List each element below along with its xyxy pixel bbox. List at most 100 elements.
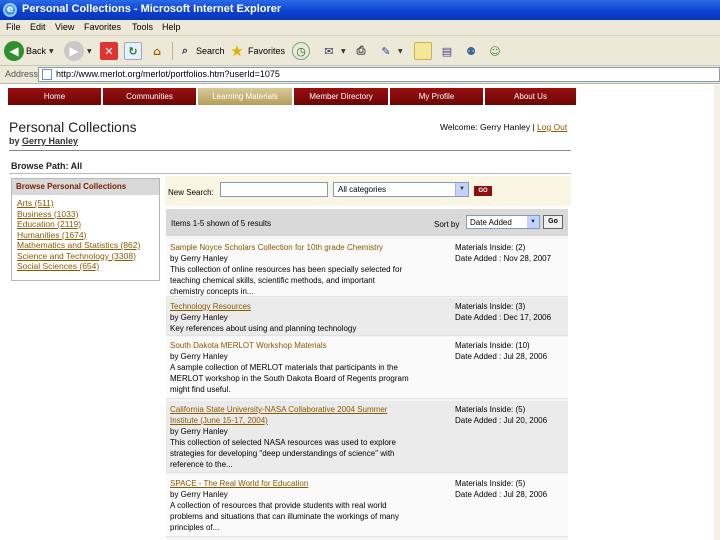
menu-edit[interactable]: Edit — [30, 22, 46, 32]
window-title: Personal Collections - Microsoft Interne… — [22, 3, 282, 15]
collection-description: chemistry concepts in... — [170, 287, 254, 296]
menu-favorites[interactable]: Favorites — [84, 22, 121, 32]
collection-description: A collection of resources that provide s… — [170, 501, 387, 510]
menu-tools[interactable]: Tools — [132, 22, 153, 32]
browse-collections-header: Browse Personal Collections — [12, 179, 159, 195]
list-item: South Dakota MERLOT Workshop Materials b… — [166, 337, 568, 399]
menu-view[interactable]: View — [55, 22, 74, 32]
author-link[interactable]: Gerry Hanley — [22, 136, 78, 146]
category-link-arts[interactable]: Arts (511) — [17, 198, 154, 209]
home-icon: ⌂ — [153, 44, 161, 58]
collection-author: by Gerry Hanley — [170, 352, 228, 361]
chevron-down-icon: ▼ — [455, 183, 468, 196]
collection-description: This collection of selected NASA resourc… — [170, 438, 396, 447]
collection-description: A sample collection of MERLOT materials … — [170, 363, 398, 372]
results-count: Items 1-5 shown of 5 results — [171, 219, 272, 228]
category-link-mathematics[interactable]: Mathematics and Statistics (862) — [17, 240, 154, 251]
materials-count: Materials Inside: (2) — [455, 243, 526, 252]
collection-title-link[interactable]: California State University-NASA Collabo… — [170, 404, 450, 415]
refresh-button[interactable]: ↻ — [124, 40, 142, 62]
search-label: New Search: — [168, 188, 214, 197]
edit-button[interactable]: ✎ ▼ — [377, 40, 402, 62]
bluetooth-button[interactable]: ☺ — [486, 40, 504, 62]
print-button[interactable]: ⎙ — [352, 40, 370, 62]
page-title: Personal Collections — [9, 119, 137, 135]
category-link-education[interactable]: Education (2119) — [17, 219, 154, 230]
nav-tab-about-us[interactable]: About Us — [485, 88, 576, 105]
collection-description: strategies for developing "deep understa… — [170, 449, 395, 458]
date-added: Date Added : Jul 20, 2006 — [455, 416, 548, 425]
favorites-button[interactable]: ★ Favorites — [228, 40, 285, 62]
sort-go-button[interactable]: Go — [543, 215, 563, 229]
collection-description: This collection of online resources has … — [170, 265, 403, 274]
collection-description: reference to the... — [170, 460, 233, 469]
main-nav: Home Communities Learning Materials Memb… — [8, 88, 576, 105]
date-added: Date Added : Jul 28, 2006 — [455, 352, 548, 361]
messenger-button[interactable]: ⚉ — [462, 40, 480, 62]
collection-description: principles of... — [170, 523, 220, 532]
sort-label: Sort by — [434, 220, 460, 229]
forward-button[interactable]: ▶ ▼ — [64, 40, 92, 62]
category-select[interactable]: All categories ▼ — [333, 182, 469, 197]
search-button[interactable]: ⌕ Search — [176, 40, 225, 62]
nav-tab-learning-materials[interactable]: Learning Materials — [198, 88, 294, 105]
chevron-down-icon: ▼ — [341, 47, 346, 55]
vertical-scrollbar[interactable] — [714, 85, 720, 540]
collection-title-link[interactable]: Institute (June 15-17, 2004) — [170, 415, 450, 426]
history-button[interactable]: ◷ — [292, 40, 310, 62]
list-item: Technology Resources by Gerry Hanley Key… — [166, 298, 568, 336]
address-url[interactable]: http://www.merlot.org/merlot/portfolios.… — [56, 69, 280, 79]
browse-collections-panel: Browse Personal Collections Arts (511) B… — [11, 178, 160, 281]
messenger-icon: ⚉ — [466, 44, 476, 58]
collection-description: MERLOT workshop in the South Dakota Boar… — [170, 374, 409, 383]
collection-title-link[interactable]: Sample Noyce Scholars Collection for 10t… — [170, 242, 450, 253]
discuss-icon — [414, 42, 432, 60]
menu-file[interactable]: File — [6, 22, 21, 32]
collection-author: by Gerry Hanley — [170, 313, 228, 322]
back-button[interactable]: ◀ Back ▼ — [4, 40, 54, 62]
list-item: California State University-NASA Collabo… — [166, 401, 568, 473]
sort-select[interactable]: Date Added ▼ — [466, 215, 540, 229]
category-link-social-sciences[interactable]: Social Sciences (654) — [17, 261, 154, 272]
welcome-user: Welcome: Gerry Hanley | — [440, 122, 535, 132]
stop-button[interactable]: ✕ — [100, 40, 118, 62]
nav-tab-home[interactable]: Home — [8, 88, 103, 105]
materials-count: Materials Inside: (5) — [455, 479, 526, 488]
browse-path: Browse Path: All — [11, 161, 83, 171]
refresh-icon: ↻ — [124, 42, 142, 60]
search-input[interactable] — [220, 182, 328, 197]
divider — [9, 150, 571, 151]
edit-icon: ✎ — [381, 44, 391, 58]
home-button[interactable]: ⌂ — [148, 40, 166, 62]
page-icon — [42, 69, 52, 80]
star-icon: ★ — [230, 42, 244, 60]
nav-tab-my-profile[interactable]: My Profile — [390, 88, 485, 105]
discuss-button[interactable] — [414, 40, 432, 62]
logout-link[interactable]: Log Out — [537, 122, 567, 132]
collection-title-link[interactable]: Technology Resources — [170, 301, 450, 312]
collection-author: by Gerry Hanley — [170, 254, 228, 263]
menu-help[interactable]: Help — [162, 22, 181, 32]
address-label: Address — [5, 69, 39, 79]
collection-title-link[interactable]: SPACE - The Real World for Education — [170, 478, 450, 489]
date-added: Date Added : Jul 28, 2006 — [455, 490, 548, 499]
toolbar-separator — [172, 42, 173, 60]
nav-tab-communities[interactable]: Communities — [103, 88, 198, 105]
chevron-down-icon: ▼ — [87, 47, 92, 55]
window-titlebar: e Personal Collections - Microsoft Inter… — [0, 0, 720, 20]
author-byline: by Gerry Hanley — [9, 136, 78, 146]
search-go-button[interactable]: GO — [474, 186, 492, 196]
category-link-business[interactable]: Business (1033) — [17, 209, 154, 220]
collection-author: by Gerry Hanley — [170, 427, 228, 436]
address-bar: Address http://www.merlot.org/merlot/por… — [0, 66, 720, 84]
nav-tab-member-directory[interactable]: Member Directory — [294, 88, 390, 105]
research-button[interactable]: ▤ — [438, 40, 456, 62]
history-icon: ◷ — [292, 42, 310, 60]
collection-title-link[interactable]: South Dakota MERLOT Workshop Materials — [170, 340, 450, 351]
category-link-humanities[interactable]: Humanities (1674) — [17, 230, 154, 241]
category-link-science[interactable]: Science and Technology (3308) — [17, 251, 154, 262]
search-icon: ⌕ — [181, 44, 189, 57]
mail-icon: ✉ — [324, 44, 334, 58]
materials-count: Materials Inside: (5) — [455, 405, 526, 414]
mail-button[interactable]: ✉ ▼ — [320, 40, 346, 62]
